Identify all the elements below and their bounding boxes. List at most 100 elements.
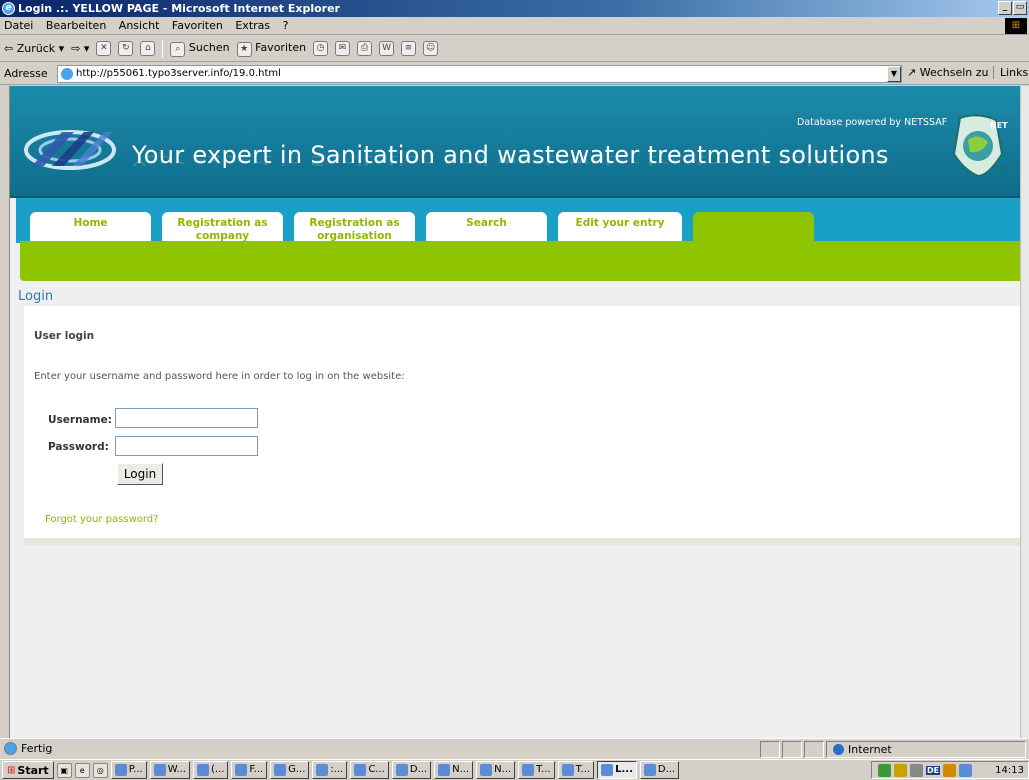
task-item[interactable]: F...: [231, 761, 268, 779]
password-field[interactable]: [115, 436, 258, 456]
task-item[interactable]: D...: [391, 761, 432, 779]
status-segment-1: [760, 741, 780, 758]
clock[interactable]: 14:13: [995, 765, 1024, 776]
page-icon: [61, 68, 73, 80]
ie-icon: e: [2, 2, 15, 15]
tray-app-icon-2[interactable]: [943, 763, 957, 777]
history-icon[interactable]: ◷: [313, 41, 329, 56]
links-button[interactable]: Links: [993, 66, 1028, 79]
app-quicklaunch-icon[interactable]: ◎: [92, 762, 108, 778]
task-icon: [274, 764, 287, 776]
nav-strip: Home Registration as company Registratio…: [16, 198, 1020, 245]
go-button[interactable]: ↗ Wechseln zu: [907, 66, 989, 79]
status-zone: Internet: [826, 741, 1026, 758]
green-band: [20, 241, 1020, 281]
mail-icon[interactable]: ✉: [335, 41, 351, 56]
powered-by-text: Database powered by NETSSAF: [797, 117, 948, 128]
show-desktop-icon[interactable]: ▣: [56, 762, 72, 778]
minimize-button[interactable]: _: [998, 1, 1012, 15]
menu-edit[interactable]: Bearbeiten: [46, 19, 106, 32]
window-title: Login .:. YELLOW PAGE - Microsoft Intern…: [18, 2, 340, 15]
messenger-icon[interactable]: ☺: [423, 41, 439, 56]
home-icon[interactable]: ⌂: [140, 41, 156, 56]
address-url: http://p55061.typo3server.info/19.0.html: [76, 68, 281, 79]
login-button[interactable]: Login: [117, 463, 163, 485]
address-dropdown-icon[interactable]: ▼: [887, 66, 901, 82]
task-item[interactable]: C...: [350, 761, 389, 779]
task-icon: [354, 764, 367, 776]
start-label: Start: [17, 763, 49, 777]
username-field[interactable]: [115, 408, 258, 428]
page-done-icon: [4, 742, 17, 755]
status-text: Fertig: [21, 742, 53, 755]
netssaf-badge-icon: NETS SAF: [952, 114, 1008, 178]
page-viewport: Your expert in Sanitation and wastewater…: [10, 86, 1020, 738]
window-title-bar[interactable]: e Login .:. YELLOW PAGE - Microsoft Inte…: [0, 0, 1029, 17]
task-icon: [480, 764, 493, 776]
task-label: N...: [494, 764, 512, 775]
refresh-icon[interactable]: ↻: [118, 41, 134, 56]
task-item-active[interactable]: L...: [597, 761, 637, 779]
task-label: L...: [615, 764, 633, 775]
task-icon: [196, 764, 209, 776]
menu-file[interactable]: Datei: [4, 19, 33, 32]
status-segment-2: [782, 741, 802, 758]
tray-app-icon[interactable]: [910, 763, 923, 777]
forgot-password-link[interactable]: Forgot your password?: [45, 514, 158, 525]
word-icon[interactable]: W: [379, 41, 395, 56]
task-label: (...: [210, 764, 225, 775]
back-button[interactable]: ⇦ Zurück ▾: [4, 42, 64, 55]
windows-logo-icon: ⊞: [1005, 18, 1027, 34]
restore-button[interactable]: ▭: [1013, 1, 1027, 15]
search-icon: ⌕: [170, 41, 186, 57]
system-tray: DE 14:13: [871, 761, 1029, 779]
left-frame-edge: [0, 86, 10, 738]
discuss-icon[interactable]: ≡: [401, 41, 417, 56]
globe-icon: [833, 744, 844, 755]
language-indicator[interactable]: DE: [926, 765, 941, 775]
task-label: G...: [288, 764, 306, 775]
task-label: F...: [249, 764, 264, 775]
task-icon: [438, 764, 451, 776]
task-item[interactable]: N...: [476, 761, 516, 779]
address-input[interactable]: http://p55061.typo3server.info/19.0.html: [57, 65, 902, 83]
tray-app-icon-3[interactable]: [959, 763, 973, 777]
task-icon: [601, 764, 614, 776]
task-item[interactable]: D...: [639, 761, 680, 779]
task-label: N...: [452, 764, 470, 775]
menu-favorites[interactable]: Favoriten: [172, 19, 223, 32]
task-icon: [153, 764, 166, 776]
vertical-scrollbar[interactable]: [1020, 86, 1029, 738]
stop-icon[interactable]: ✕: [96, 41, 112, 56]
menu-bar: Datei Bearbeiten Ansicht Favoriten Extra…: [0, 17, 1029, 35]
taskbar: ⊞ Start ▣ e ◎ P... W... (... F... G... :…: [0, 759, 1029, 780]
menu-help[interactable]: ?: [283, 19, 289, 32]
username-label: Username:: [48, 414, 112, 426]
ie-quicklaunch-icon[interactable]: e: [74, 762, 90, 778]
task-item[interactable]: :...: [312, 761, 348, 779]
search-label: Suchen: [188, 40, 230, 54]
menu-tools[interactable]: Extras: [235, 19, 270, 32]
task-item[interactable]: P...: [110, 761, 147, 779]
task-item[interactable]: W...: [149, 761, 190, 779]
go-label: Wechseln zu: [919, 66, 989, 79]
task-icon: [235, 764, 248, 776]
menu-view[interactable]: Ansicht: [119, 19, 160, 32]
task-item[interactable]: (...: [192, 761, 229, 779]
task-label: D...: [409, 764, 428, 775]
network-icon[interactable]: [878, 763, 891, 777]
print-icon[interactable]: ⎙: [357, 41, 373, 56]
password-label: Password:: [48, 441, 109, 453]
task-item[interactable]: T...: [557, 761, 595, 779]
task-item[interactable]: T...: [518, 761, 555, 779]
volume-icon[interactable]: [894, 763, 907, 777]
task-item[interactable]: G...: [270, 761, 310, 779]
site-logo-icon: [24, 130, 116, 170]
svg-text:SAF: SAF: [994, 164, 1008, 172]
task-item[interactable]: N...: [434, 761, 474, 779]
start-button[interactable]: ⊞ Start: [2, 761, 54, 779]
favorites-button[interactable]: ★ Favoriten: [236, 41, 306, 57]
search-button[interactable]: ⌕ Suchen: [170, 40, 230, 57]
forward-button[interactable]: ⇨ ▾: [71, 42, 89, 55]
toolbar-separator: [162, 39, 164, 58]
